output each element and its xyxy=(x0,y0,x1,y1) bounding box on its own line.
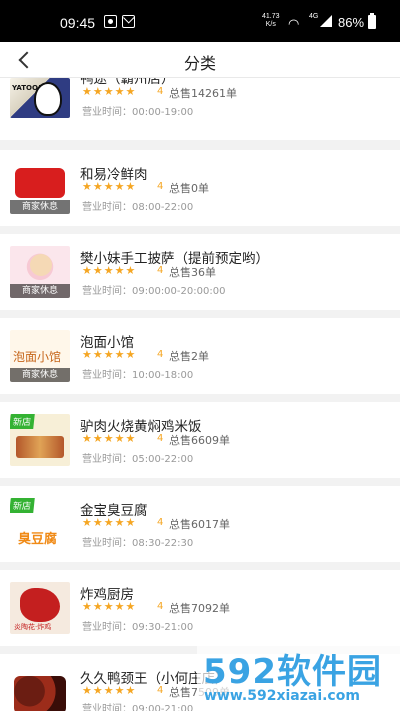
shop-logo-mark xyxy=(20,588,60,622)
shop-logo-mark xyxy=(15,168,65,198)
net-speed-unit: K/s xyxy=(265,21,276,28)
rating-stars: ★★★★★ xyxy=(82,180,137,193)
shop-sales: 总售36单 xyxy=(169,266,216,279)
rating-stars: ★★★★★ xyxy=(82,600,137,613)
rating-stars: ★★★★★ xyxy=(82,516,137,529)
shop-card[interactable]: 商家休息 樊小妹手工披萨（提前预定哟） ★★★★★ 4 总售36单 营业时间：0… xyxy=(0,234,400,310)
shop-logo-image: 商家休息 xyxy=(10,246,70,298)
shop-logo-image: 商家休息 xyxy=(10,162,70,214)
shop-sales: 总售2单 xyxy=(169,350,209,363)
page-title: 分类 xyxy=(183,54,216,73)
shop-hours: 营业时间：05:00-22:00 xyxy=(82,454,194,465)
mail-notification-icon xyxy=(122,15,135,28)
shop-logo-mark xyxy=(30,254,52,276)
network-type: 4G xyxy=(309,13,319,20)
shop-hours: 营业时间：10:00-18:00 xyxy=(82,370,194,381)
shop-logo-text: 泡面小馆 xyxy=(13,350,62,364)
status-time: 09:45 xyxy=(60,15,96,31)
rating-score: 4 xyxy=(157,601,164,612)
nav-header: 分类 xyxy=(0,42,400,78)
closed-label: 商家休息 xyxy=(10,200,70,214)
shop-hours: 营业时间：09:00:00-20:00:00 xyxy=(82,286,226,297)
rating-score: 4 xyxy=(157,265,164,276)
shop-sales: 总售0单 xyxy=(169,182,209,195)
shop-logo-text: 炎陶花·炸鸡 xyxy=(14,623,52,631)
wifi-icon: ◠ xyxy=(288,17,300,32)
food-image xyxy=(16,436,64,458)
rating-score: 4 xyxy=(157,349,164,360)
penguin-icon xyxy=(34,82,62,116)
net-speed: 41.73 K/s xyxy=(262,13,280,29)
watermark-logo: 592软件园 xyxy=(203,652,382,692)
signal-icon xyxy=(320,15,332,27)
rating-score: 4 xyxy=(157,86,164,97)
rating-stars: ★★★★★ xyxy=(82,85,137,98)
shop-sales: 总售7092单 xyxy=(169,602,230,615)
shop-logo-image: 新店 臭豆腐 xyxy=(10,498,70,550)
watermark-url: www.592xiazai.com xyxy=(204,688,360,704)
rating-stars: ★★★★★ xyxy=(82,432,137,445)
gallery-notification-icon xyxy=(104,15,117,28)
shop-card[interactable]: 商家休息 和易冷鲜肉 ★★★★★ 4 总售0单 营业时间：08:00-22:00 xyxy=(0,150,400,226)
shop-hours: 营业时间：08:00-22:00 xyxy=(82,202,194,213)
shop-card[interactable]: YATOO! 鸭途（霸州店） ★★★★★ 4 总售14261单 营业时间：00:… xyxy=(0,78,400,140)
status-bar: 09:45 41.73 K/s ◠ 4G 86% xyxy=(0,0,400,42)
shop-hours: 营业时间：08:30-22:30 xyxy=(82,538,194,549)
shop-card[interactable]: 新店 驴肉火烧黄焖鸡米饭 ★★★★★ 4 总售6609单 营业时间：05:00-… xyxy=(0,402,400,478)
shop-logo-image xyxy=(10,666,70,711)
shop-card[interactable]: 新店 臭豆腐 金宝臭豆腐 ★★★★★ 4 总售6017单 营业时间：08:30-… xyxy=(0,486,400,562)
shop-logo-image: 新店 xyxy=(10,414,70,466)
food-image xyxy=(14,676,66,711)
closed-label: 商家休息 xyxy=(10,284,70,298)
shop-logo-image: YATOO! xyxy=(10,78,70,118)
shop-hours: 营业时间：09:30-21:00 xyxy=(82,622,194,633)
rating-score: 4 xyxy=(157,181,164,192)
shop-hours: 营业时间：09:00-21:00 xyxy=(82,704,194,711)
shop-list[interactable]: YATOO! 鸭途（霸州店） ★★★★★ 4 总售14261单 营业时间：00:… xyxy=(0,78,400,711)
rating-stars: ★★★★★ xyxy=(82,684,137,697)
net-speed-value: 41.73 xyxy=(262,13,280,20)
closed-label: 商家休息 xyxy=(10,368,70,382)
new-shop-badge: 新店 xyxy=(10,498,35,513)
rating-score: 4 xyxy=(157,517,164,528)
shop-card[interactable]: 泡面小馆 商家休息 泡面小馆 ★★★★★ 4 总售2单 营业时间：10:00-1… xyxy=(0,318,400,394)
shop-logo-image: 泡面小馆 商家休息 xyxy=(10,330,70,382)
new-shop-badge: 新店 xyxy=(10,414,35,429)
shop-sales: 总售6017单 xyxy=(169,518,230,531)
rating-score: 4 xyxy=(157,685,164,696)
shop-logo-text: 臭豆腐 xyxy=(18,532,58,547)
rating-stars: ★★★★★ xyxy=(82,348,137,361)
shop-sales: 总售14261单 xyxy=(169,87,237,100)
battery-icon xyxy=(368,13,376,29)
rating-stars: ★★★★★ xyxy=(82,264,137,277)
shop-card[interactable]: 炎陶花·炸鸡 炸鸡厨房 ★★★★★ 4 总售7092单 营业时间：09:30-2… xyxy=(0,570,400,646)
shop-logo-image: 炎陶花·炸鸡 xyxy=(10,582,70,634)
rating-score: 4 xyxy=(157,433,164,444)
shop-sales: 总售6609单 xyxy=(169,434,230,447)
battery-percent: 86% xyxy=(338,15,365,30)
shop-hours: 营业时间：00:00-19:00 xyxy=(82,107,194,118)
